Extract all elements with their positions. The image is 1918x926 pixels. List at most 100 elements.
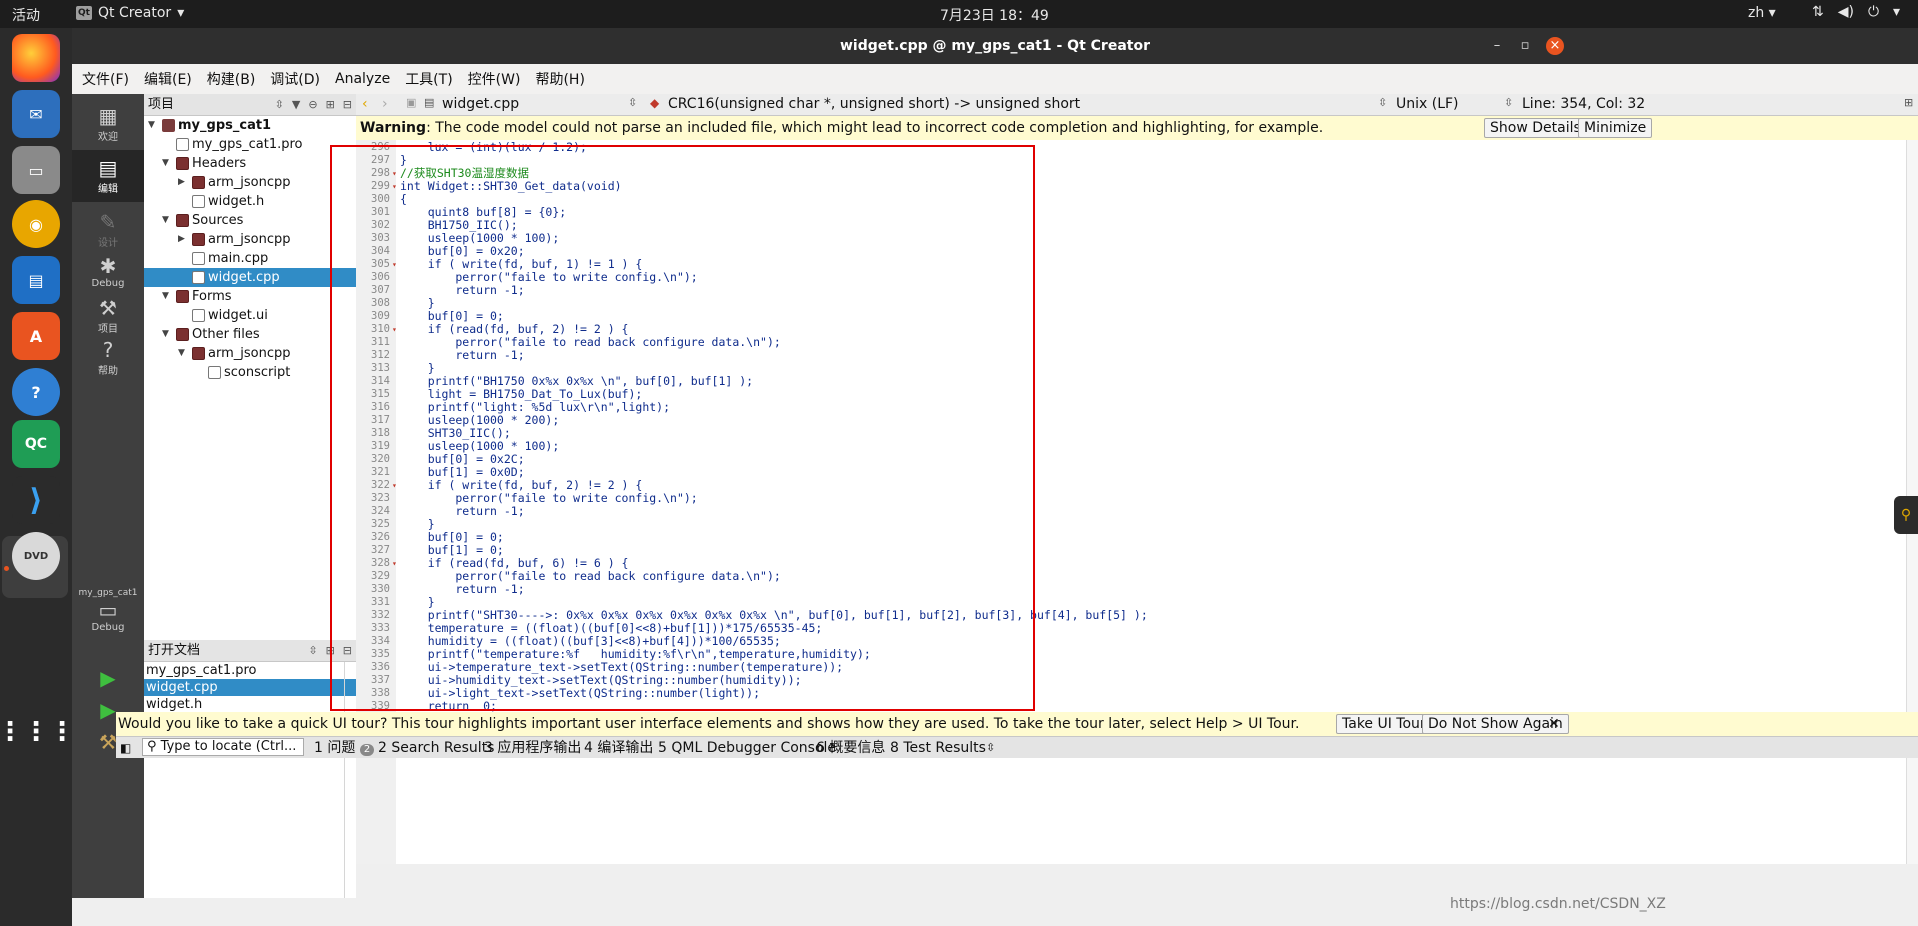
- thunderbird-icon[interactable]: ✉: [12, 90, 60, 138]
- vscode-icon[interactable]: ⟩: [12, 476, 60, 524]
- tab-test-results[interactable]: 8 Test Results: [890, 738, 986, 758]
- window-titlebar[interactable]: widget.cpp @ my_gps_cat1 - Qt Creator – …: [72, 28, 1918, 64]
- power-icon[interactable]: ⏻: [1868, 4, 1879, 20]
- tree-item-file[interactable]: widget.h: [144, 192, 356, 211]
- filter-icon[interactable]: ▼: [292, 94, 300, 116]
- split-icon[interactable]: ⊞: [326, 94, 335, 116]
- tree-item-other-files[interactable]: ▼ Other files: [144, 325, 356, 344]
- chevron-updown-icon[interactable]: ⇳: [986, 738, 995, 758]
- open-documents-title[interactable]: 打开文档: [148, 640, 200, 662]
- project-view-select[interactable]: 项目: [148, 94, 174, 116]
- expand-arrow-icon[interactable]: ▼: [162, 211, 169, 230]
- show-applications-icon[interactable]: ⋮⋮⋮: [0, 708, 75, 756]
- network-icon[interactable]: ⇅: [1812, 4, 1824, 20]
- chevron-updown-icon[interactable]: ⇳: [628, 96, 637, 109]
- expand-arrow-icon[interactable]: ▼: [148, 116, 155, 135]
- expand-arrow-icon[interactable]: ▼: [162, 287, 169, 306]
- menu-debug[interactable]: 调试(D): [270, 69, 320, 89]
- menu-analyze[interactable]: Analyze: [335, 71, 390, 87]
- qt-creator-dock-icon[interactable]: QC: [12, 420, 60, 468]
- tab-issues[interactable]: 1 问题 2: [314, 738, 375, 758]
- cursor-position[interactable]: Line: 354, Col: 32: [1522, 96, 1645, 112]
- dvd-icon[interactable]: DVD: [12, 532, 60, 580]
- minimize-warning-button[interactable]: Minimize: [1578, 118, 1653, 138]
- menu-help[interactable]: 帮助(H): [535, 69, 584, 89]
- tree-item-pro-file[interactable]: my_gps_cat1.pro: [144, 135, 356, 154]
- firefox-icon[interactable]: [12, 34, 60, 82]
- tree-item-file[interactable]: main.cpp: [144, 249, 356, 268]
- forward-arrow-icon[interactable]: ›: [382, 96, 388, 112]
- open-document-item[interactable]: widget.h: [144, 696, 356, 713]
- tree-item-file[interactable]: sconscript: [144, 363, 356, 382]
- activities-button[interactable]: 活动: [12, 5, 40, 25]
- input-method-indicator[interactable]: zh ▾: [1748, 5, 1776, 21]
- tab-qml-debugger-console[interactable]: 5 QML Debugger Console: [658, 738, 836, 758]
- chevron-down-icon[interactable]: ▾: [1893, 4, 1900, 20]
- locator-placeholder: Type to locate (Ctrl...: [160, 739, 297, 754]
- do-not-show-again-button[interactable]: Do Not Show Again: [1422, 714, 1569, 734]
- files-icon[interactable]: ▭: [12, 146, 60, 194]
- minimize-window-button[interactable]: –: [1488, 37, 1506, 55]
- mode-help[interactable]: ? 帮助: [72, 332, 144, 384]
- tree-item-sources[interactable]: ▼ Sources: [144, 211, 356, 230]
- menu-tools[interactable]: 工具(T): [405, 69, 452, 89]
- side-panel-handle-icon[interactable]: ⚲: [1894, 496, 1918, 534]
- menu-edit[interactable]: 编辑(E): [144, 69, 192, 89]
- tab-application-output[interactable]: 3 应用程序输出: [484, 738, 581, 758]
- menu-file[interactable]: 文件(F): [82, 69, 129, 89]
- open-document-item-selected[interactable]: widget.cpp: [144, 679, 356, 696]
- kit-selector[interactable]: my_gps_cat1 ▭ Debug: [72, 584, 144, 644]
- symbol-select[interactable]: CRC16(unsigned char *, unsigned short) -…: [668, 96, 1080, 112]
- line-ending-select[interactable]: Unix (LF): [1396, 96, 1459, 112]
- help-icon[interactable]: ?: [12, 368, 60, 416]
- tree-item-project[interactable]: ▼ my_gps_cat1: [144, 116, 356, 135]
- close-pane-icon[interactable]: ⊟: [343, 94, 352, 116]
- chevron-updown-icon[interactable]: ⇳: [275, 94, 284, 116]
- menu-build[interactable]: 构建(B): [207, 69, 256, 89]
- clock[interactable]: 7月23日 18：49: [940, 5, 1049, 25]
- expand-arrow-icon[interactable]: ▼: [178, 344, 185, 363]
- maximize-window-button[interactable]: ▫: [1516, 37, 1534, 55]
- tree-item-file[interactable]: widget.ui: [144, 306, 356, 325]
- show-details-button[interactable]: Show Details: [1484, 118, 1587, 138]
- chevron-updown-icon[interactable]: ⇳: [1504, 96, 1513, 109]
- tree-item-folder[interactable]: ▶ arm_jsoncpp: [144, 230, 356, 249]
- run-button[interactable]: ▶: [72, 660, 144, 690]
- volume-icon[interactable]: ◀): [1838, 4, 1854, 20]
- split-icon[interactable]: ⊞: [1904, 96, 1913, 109]
- expand-arrow-icon[interactable]: ▼: [162, 154, 169, 173]
- chevron-updown-icon[interactable]: ⇳: [1378, 96, 1387, 109]
- mode-edit[interactable]: ▤ 编辑: [72, 150, 144, 202]
- tree-item-forms[interactable]: ▼ Forms: [144, 287, 356, 306]
- link-icon[interactable]: ⊖: [308, 94, 317, 116]
- open-documents-list: my_gps_cat1.pro widget.cpp widget.h: [144, 662, 356, 713]
- chevron-updown-icon[interactable]: ⇳: [308, 640, 317, 662]
- system-tray[interactable]: ⇅ ◀) ⏻ ▾: [1812, 4, 1900, 20]
- issues-count-badge: 2: [359, 744, 375, 756]
- tab-general-messages[interactable]: 6 概要信息: [816, 738, 885, 758]
- open-document-item[interactable]: my_gps_cat1.pro: [144, 662, 356, 679]
- locator-input[interactable]: ⚲ Type to locate (Ctrl...: [142, 738, 304, 756]
- sidebar-toggle-icon[interactable]: ◧: [120, 738, 131, 758]
- pencil-icon: ✎: [99, 210, 117, 234]
- mode-welcome[interactable]: ▦ 欢迎: [72, 98, 144, 150]
- tab-compile-output[interactable]: 4 编译输出: [584, 738, 653, 758]
- back-arrow-icon[interactable]: ‹: [362, 96, 368, 112]
- tab-search-results[interactable]: 2 Search Results: [378, 738, 494, 758]
- close-window-button[interactable]: ×: [1546, 37, 1564, 55]
- rhythmbox-icon[interactable]: ◉: [12, 200, 60, 248]
- collapse-arrow-icon[interactable]: ▶: [178, 173, 185, 192]
- libreoffice-writer-icon[interactable]: ▤: [12, 256, 60, 304]
- software-center-icon[interactable]: A: [12, 312, 60, 360]
- app-menu[interactable]: Qt Qt Creator ▾: [76, 5, 184, 21]
- close-icon[interactable]: ✕: [1548, 712, 1560, 736]
- document-select[interactable]: widget.cpp: [442, 96, 519, 112]
- tree-item-folder[interactable]: ▶ arm_jsoncpp: [144, 173, 356, 192]
- tree-item-folder[interactable]: ▼ arm_jsoncpp: [144, 344, 356, 363]
- take-ui-tour-button[interactable]: Take UI Tour: [1336, 714, 1432, 734]
- menu-controls[interactable]: 控件(W): [468, 69, 521, 89]
- expand-arrow-icon[interactable]: ▼: [162, 325, 169, 344]
- tree-item-file-selected[interactable]: widget.cpp: [144, 268, 356, 287]
- collapse-arrow-icon[interactable]: ▶: [178, 230, 185, 249]
- tree-item-headers[interactable]: ▼ Headers: [144, 154, 356, 173]
